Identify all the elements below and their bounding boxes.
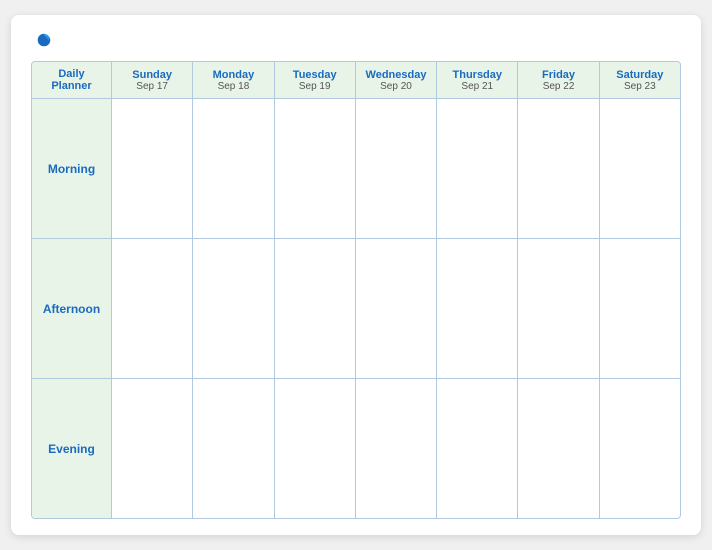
cell-afternoon-wednesday[interactable] [356, 239, 437, 378]
cell-evening-wednesday[interactable] [356, 379, 437, 518]
cell-afternoon-saturday[interactable] [600, 239, 680, 378]
cell-afternoon-monday[interactable] [193, 239, 274, 378]
calendar-header-row: DailyPlannerSundaySep 17MondaySep 18Tues… [32, 62, 680, 99]
logo-area [31, 31, 57, 49]
cell-morning-tuesday[interactable] [275, 99, 356, 238]
row-label-morning: Morning [32, 99, 112, 238]
cell-afternoon-thursday[interactable] [437, 239, 518, 378]
col-header-monday: MondaySep 18 [193, 62, 274, 98]
calendar-body: MorningAfternoonEvening [32, 99, 680, 518]
cell-evening-monday[interactable] [193, 379, 274, 518]
header [31, 31, 681, 49]
cell-morning-wednesday[interactable] [356, 99, 437, 238]
logo-bird-icon [35, 31, 53, 49]
logo [31, 31, 57, 49]
calendar-row-afternoon: Afternoon [32, 239, 680, 379]
calendar-row-morning: Morning [32, 99, 680, 239]
col-header-saturday: SaturdaySep 23 [600, 62, 680, 98]
cell-morning-saturday[interactable] [600, 99, 680, 238]
cell-morning-friday[interactable] [518, 99, 599, 238]
cell-evening-friday[interactable] [518, 379, 599, 518]
col-header-tuesday: TuesdaySep 19 [275, 62, 356, 98]
col-header-wednesday: WednesdaySep 20 [356, 62, 437, 98]
cell-afternoon-friday[interactable] [518, 239, 599, 378]
calendar-row-evening: Evening [32, 379, 680, 518]
cell-evening-tuesday[interactable] [275, 379, 356, 518]
calendar-grid: DailyPlannerSundaySep 17MondaySep 18Tues… [31, 61, 681, 519]
row-label-afternoon: Afternoon [32, 239, 112, 378]
planner-page: DailyPlannerSundaySep 17MondaySep 18Tues… [11, 15, 701, 535]
cell-morning-thursday[interactable] [437, 99, 518, 238]
col-header-friday: FridaySep 22 [518, 62, 599, 98]
row-label-evening: Evening [32, 379, 112, 518]
cell-evening-thursday[interactable] [437, 379, 518, 518]
cell-evening-saturday[interactable] [600, 379, 680, 518]
col-header-sunday: SundaySep 17 [112, 62, 193, 98]
cell-evening-sunday[interactable] [112, 379, 193, 518]
cell-morning-sunday[interactable] [112, 99, 193, 238]
cell-morning-monday[interactable] [193, 99, 274, 238]
cell-afternoon-tuesday[interactable] [275, 239, 356, 378]
col-header-thursday: ThursdaySep 21 [437, 62, 518, 98]
cell-afternoon-sunday[interactable] [112, 239, 193, 378]
col-header-label: DailyPlanner [32, 62, 112, 98]
